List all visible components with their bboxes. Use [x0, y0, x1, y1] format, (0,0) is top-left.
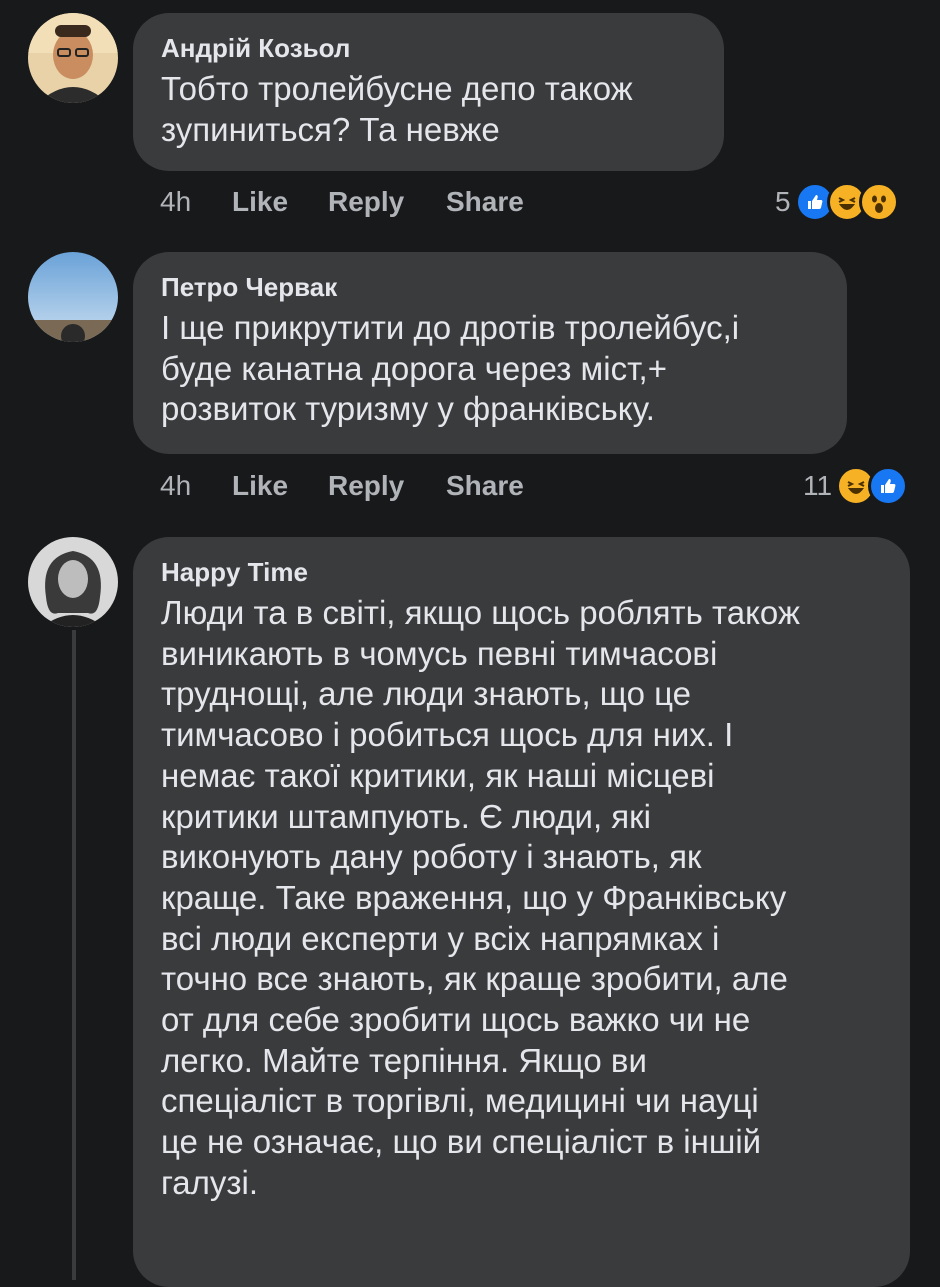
avatar-photo-man-icon	[28, 13, 118, 103]
share-button[interactable]: Share	[446, 468, 524, 504]
timestamp[interactable]: 4h	[160, 184, 191, 220]
avatar[interactable]	[28, 13, 118, 103]
reaction-count: 5	[775, 186, 791, 217]
comment-actions: 4h Like Reply Share	[160, 468, 560, 504]
comment-bubble: Петро Червак І ще прикрутити до дротів т…	[133, 252, 847, 454]
reply-thread-line	[72, 630, 76, 1280]
timestamp[interactable]: 4h	[160, 468, 191, 504]
comment-bubble: Андрій Козьол Тобто тролейбусне депо так…	[133, 13, 724, 171]
wow-reaction-icon	[858, 182, 899, 222]
author-name[interactable]: Петро Червак	[161, 270, 821, 304]
reply-button[interactable]: Reply	[328, 468, 404, 504]
like-button[interactable]: Like	[232, 468, 288, 504]
avatar-photo-woman-icon	[28, 537, 118, 627]
comment-bubble: Happy Time Люди та в світі, якщо щось ро…	[133, 537, 910, 1287]
comment-text: Люди та в світі, якщо щось роблять також…	[161, 594, 800, 1201]
comment-actions: 4h Like Reply Share	[160, 184, 560, 220]
reaction-count: 11	[803, 470, 833, 501]
reply-button[interactable]: Reply	[328, 184, 404, 220]
avatar-photo-sky-icon	[28, 252, 118, 342]
avatar[interactable]	[28, 537, 118, 627]
like-reaction-icon	[868, 466, 909, 506]
comment-text: І ще прикрутити до дротів тролейбус,і бу…	[161, 309, 740, 427]
avatar[interactable]	[28, 252, 118, 342]
reactions-summary[interactable]: 5	[775, 182, 899, 222]
author-name[interactable]: Happy Time	[161, 555, 884, 589]
reactions-summary[interactable]: 11	[803, 466, 909, 506]
author-name[interactable]: Андрій Козьол	[161, 31, 698, 65]
share-button[interactable]: Share	[446, 184, 524, 220]
like-button[interactable]: Like	[232, 184, 288, 220]
comment-text: Тобто тролейбусне депо також зупиниться?…	[161, 70, 633, 148]
